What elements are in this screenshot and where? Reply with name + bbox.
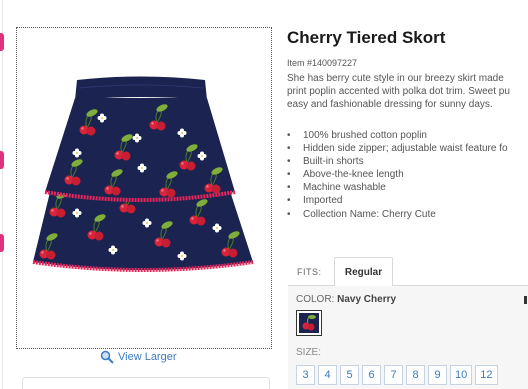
product-image-frame[interactable] [16, 27, 272, 349]
size-option-3[interactable]: 3 [296, 365, 315, 385]
swatch-pattern [299, 313, 319, 333]
product-title: Cherry Tiered Skort [287, 28, 446, 47]
size-option-6[interactable]: 6 [362, 365, 381, 385]
color-label: COLOR: [296, 294, 335, 305]
page-edge-divider [2, 0, 3, 389]
size-option-9[interactable]: 9 [428, 365, 447, 385]
color-swatch-navy-cherry[interactable] [296, 310, 322, 336]
magnifier-icon [100, 350, 114, 364]
thumbnail-strip [22, 377, 270, 389]
description-line: She has berry cute style in our breezy s… [287, 73, 504, 84]
panel-edge-marker [524, 296, 527, 304]
color-value: Navy Cherry [337, 294, 397, 305]
side-tab-1[interactable] [0, 33, 4, 51]
fits-tab-bar [288, 256, 528, 286]
size-selector: 3 4 5 6 7 8 9 10 12 [296, 365, 498, 385]
product-description: She has berry cute style in our breezy s… [287, 72, 528, 111]
tab-regular[interactable]: Regular [334, 257, 393, 287]
feature-item: Built-in shorts [287, 155, 508, 168]
side-tab-2[interactable] [0, 151, 4, 169]
feature-item: Hidden side zipper; adjustable waist fea… [287, 142, 508, 155]
fits-label: FITS: [297, 267, 322, 277]
feature-item: Above-the-knee length [287, 168, 508, 181]
description-line: print poplin accented with polka dot tri… [287, 86, 510, 97]
feature-item: 100% brushed cotton poplin [287, 129, 508, 142]
feature-item: Machine washable [287, 181, 508, 194]
size-label: SIZE: [296, 347, 322, 358]
cherry-swatch-icon [302, 315, 316, 331]
view-larger-label: View Larger [118, 351, 177, 363]
skort-image [32, 76, 254, 272]
view-larger-link[interactable]: View Larger [100, 350, 177, 364]
description-line: easy and fashionable dressing for sunny … [287, 99, 493, 110]
item-number: Item #140097227 [287, 58, 358, 68]
feature-item: Collection Name: Cherry Cute [287, 208, 508, 221]
side-tab-3[interactable] [0, 234, 4, 252]
size-option-7[interactable]: 7 [384, 365, 403, 385]
size-option-5[interactable]: 5 [340, 365, 359, 385]
feature-item: Imported [287, 194, 508, 207]
size-option-8[interactable]: 8 [406, 365, 425, 385]
size-option-12[interactable]: 12 [475, 365, 498, 385]
color-row: COLOR: Navy Cherry [296, 294, 396, 305]
size-option-4[interactable]: 4 [318, 365, 337, 385]
size-option-10[interactable]: 10 [450, 365, 473, 385]
feature-list: 100% brushed cotton poplin Hidden side z… [287, 129, 508, 221]
